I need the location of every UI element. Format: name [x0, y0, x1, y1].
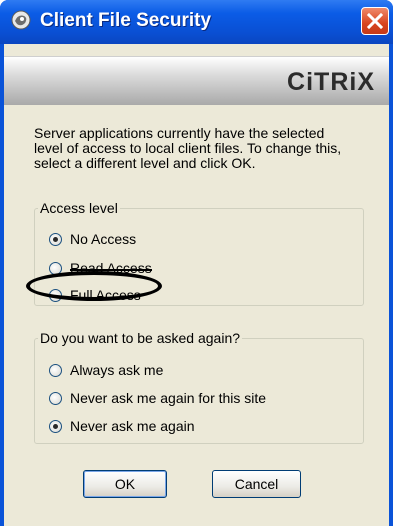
- brand-banner: CiTRiX: [4, 56, 389, 105]
- close-button[interactable]: [361, 7, 389, 35]
- access-level-legend: Access level: [40, 200, 118, 216]
- cancel-button[interactable]: Cancel: [212, 470, 301, 498]
- radio-button-selected[interactable]: [49, 232, 62, 246]
- radio-label: Never ask me again: [70, 418, 195, 434]
- radio-never-ask-site[interactable]: Never ask me again for this site: [49, 388, 266, 408]
- radio-no-access[interactable]: No Access: [49, 229, 136, 249]
- intro-text: Server applications currently have the s…: [34, 125, 342, 171]
- ok-button[interactable]: OK: [83, 470, 167, 498]
- radio-label: Never ask me again for this site: [70, 390, 267, 406]
- radio-button[interactable]: [49, 391, 62, 405]
- close-icon: [366, 12, 384, 30]
- title-bar[interactable]: Client File Security: [0, 0, 393, 44]
- radio-label: No Access: [70, 231, 137, 247]
- radio-label: Always ask me: [70, 362, 164, 378]
- dialog-window: Client File Security CiTRiX Server appli…: [0, 0, 393, 526]
- ask-again-legend: Do you want to be asked again?: [40, 330, 241, 346]
- radio-never-ask[interactable]: Never ask me again: [49, 416, 195, 436]
- radio-button[interactable]: [49, 363, 62, 377]
- window-title: Client File Security: [40, 10, 212, 31]
- app-icon: [11, 10, 31, 30]
- highlight-oval: [26, 271, 162, 301]
- ask-again-group: Do you want to be asked again? Always as…: [34, 330, 364, 444]
- radio-always-ask[interactable]: Always ask me: [49, 360, 163, 380]
- radio-button-selected[interactable]: [49, 419, 62, 433]
- citrix-logo: CiTRiX: [287, 68, 375, 96]
